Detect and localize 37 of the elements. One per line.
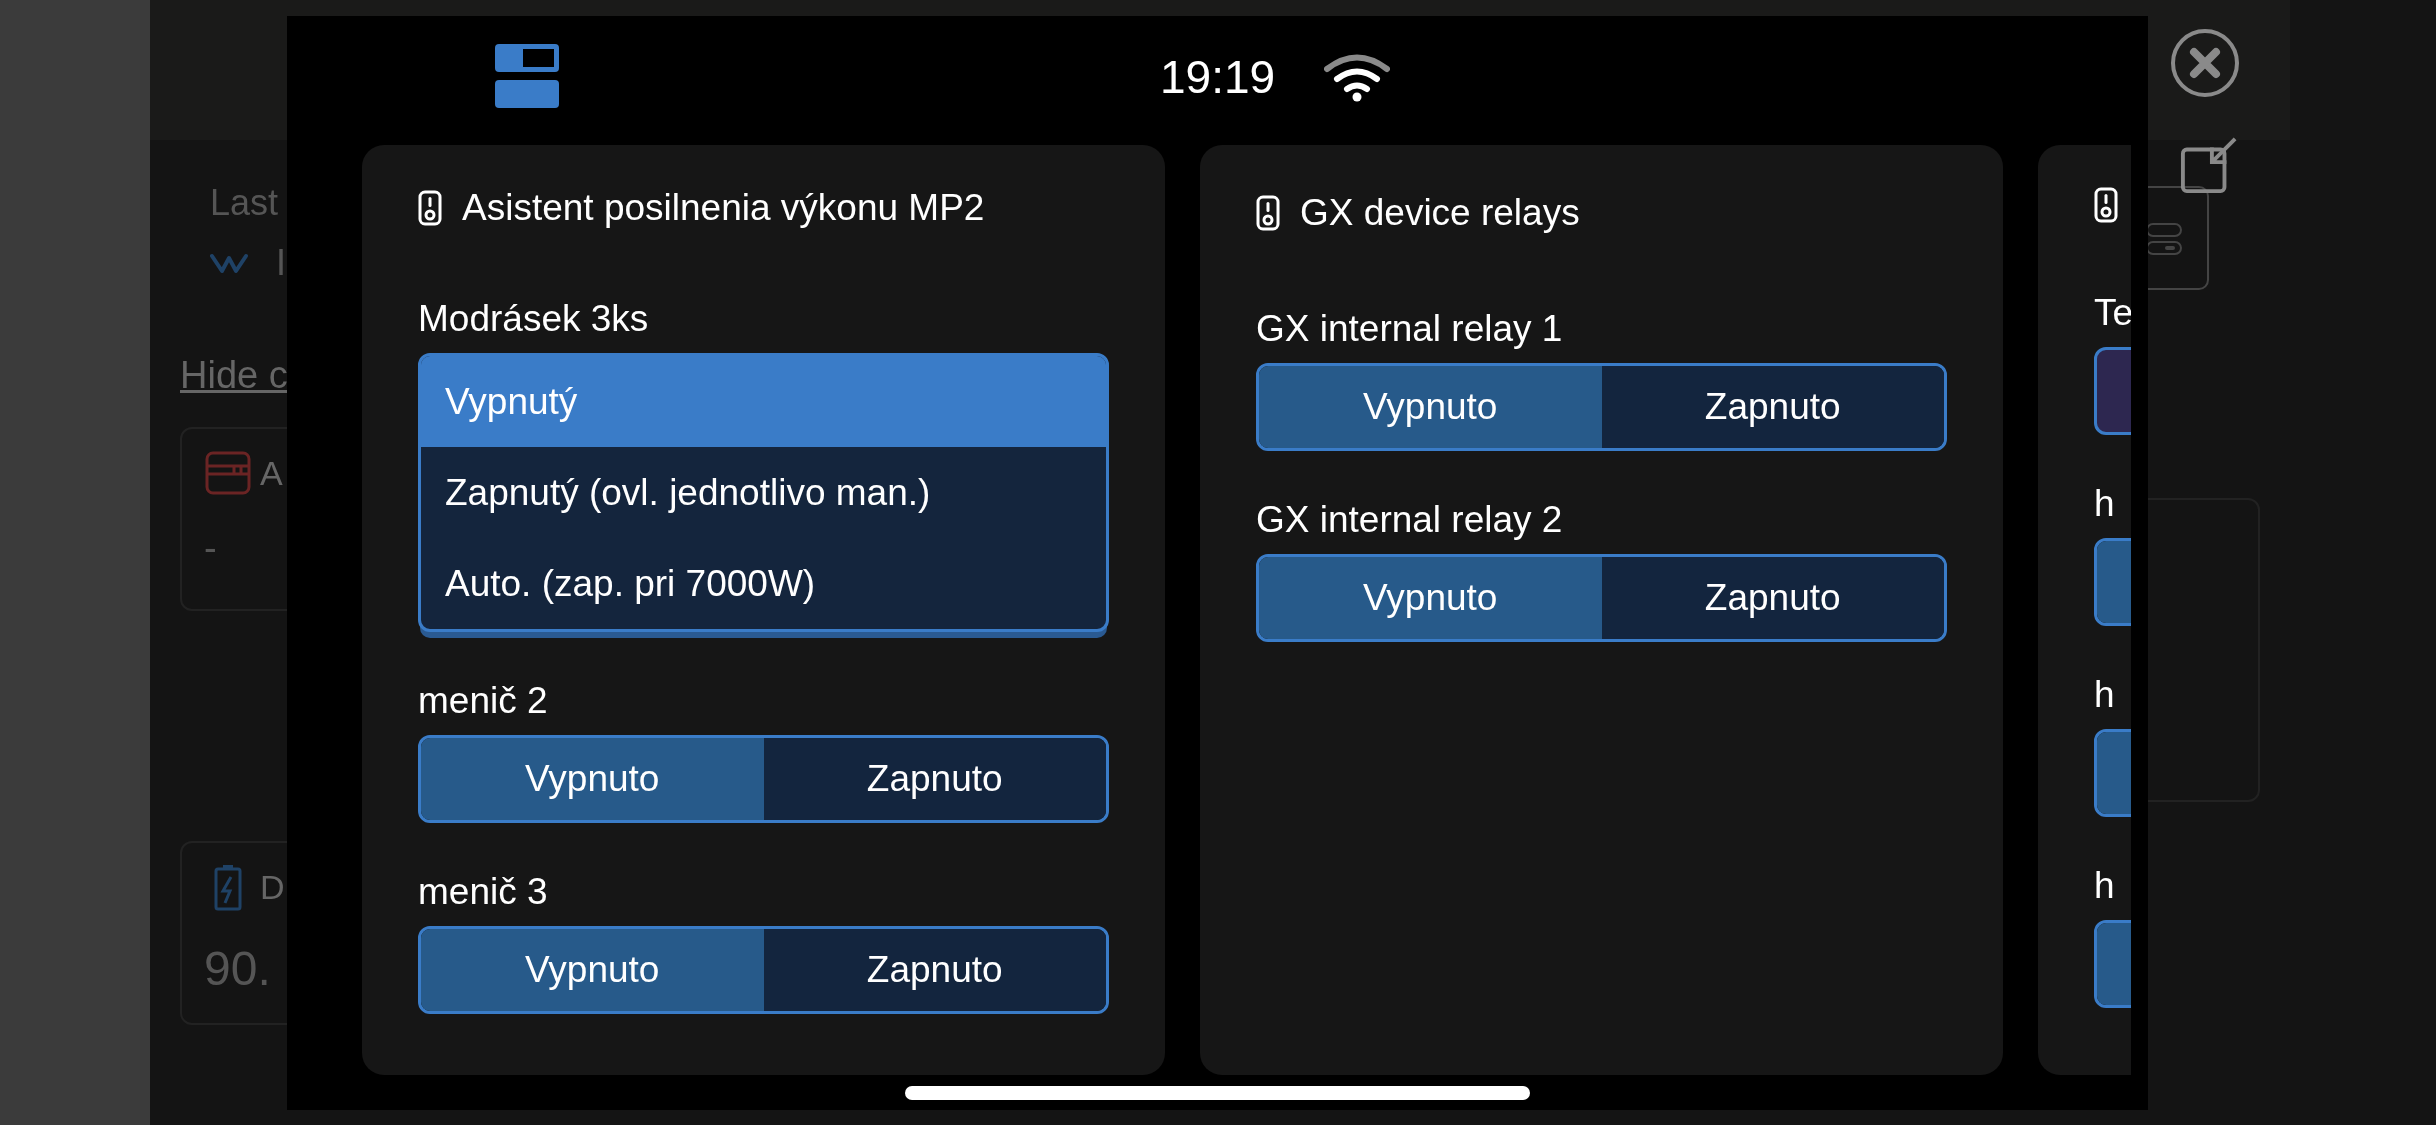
card-title: D [260,867,285,907]
field-label: GX internal relay 1 [1256,307,1563,351]
wifi-icon [1324,52,1390,102]
field-label: Te [2094,291,2131,335]
close-button[interactable] [2169,27,2241,99]
segment-button[interactable]: Zapnuto [763,738,1106,820]
dropdown-option[interactable]: Zapnutý (ovl. jednotlivo man.) [421,447,1106,538]
switch-icon [418,190,442,226]
segment-button[interactable]: Zapnuto [763,929,1106,1011]
segment-button[interactable]: Vypnuto [1259,557,1602,639]
clock-time: 19:19 [1160,50,1276,104]
inverter-icon [204,449,252,497]
shrink-icon[interactable] [2180,136,2238,194]
segment-button[interactable]: Zapnuto [1601,366,1944,448]
dropdown-option[interactable]: Vypnutý [421,356,1106,447]
dropdown-option[interactable]: Auto. (zap. pri 7000W) [421,538,1106,629]
segment-button[interactable]: Vypnuto [421,738,764,820]
segment-button[interactable]: Zapnuto [1601,557,1944,639]
last-label: Last [210,182,279,224]
layout-icon[interactable] [495,44,559,108]
field-label: h [2094,673,2115,717]
switch-icon [1256,195,1280,231]
card-title: A [260,453,283,493]
panel-title: GX device relays [1300,192,1580,234]
status-text: I [276,242,286,284]
field-label: menič 2 [418,679,548,723]
field-label: Modrásek 3ks [418,297,649,341]
switch-icon [2094,187,2118,223]
card-value: - [204,527,217,570]
segment-button[interactable]: Vypnuto [1259,366,1602,448]
field-label: h [2094,864,2115,908]
card-value: 90. [204,941,271,996]
field-label: GX internal relay 2 [1256,498,1563,542]
field-label: h [2094,482,2115,526]
field-label: menič 3 [418,870,548,914]
segment-button[interactable]: Vypnuto [421,929,764,1011]
panel-title: Asistent posilnenia výkonu MP2 [462,187,985,229]
